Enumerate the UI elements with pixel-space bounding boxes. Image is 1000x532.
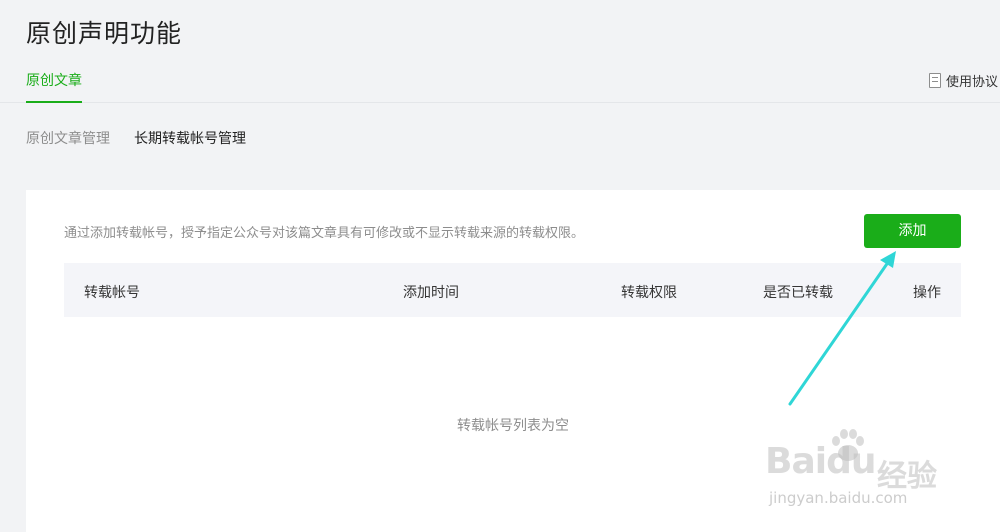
agreement-label: 使用协议 bbox=[945, 75, 998, 90]
repost-accounts-panel: 通过添加转载帐号，授予指定公众号对该篇文章具有可修改或不显示转载来源的转载权限。… bbox=[26, 190, 1000, 532]
sub-tab-bar: 原创文章管理 长期转载帐号管理 bbox=[26, 128, 246, 148]
header-actions: 操作 bbox=[913, 285, 941, 301]
sub-tab-manage-repost-accounts[interactable]: 长期转载帐号管理 bbox=[134, 128, 246, 148]
header-repost-permission: 转载权限 bbox=[621, 285, 677, 301]
page-title: 原创声明功能 bbox=[26, 19, 183, 48]
agreement-link[interactable]: 使用协议 bbox=[928, 71, 998, 90]
header-repost-account: 转载帐号 bbox=[84, 285, 140, 301]
add-button[interactable]: 添加 bbox=[864, 214, 961, 248]
tab-original-articles[interactable]: 原创文章 bbox=[26, 70, 82, 103]
empty-state-text: 转载帐号列表为空 bbox=[457, 418, 569, 434]
document-icon bbox=[928, 73, 941, 88]
panel-description: 通过添加转载帐号，授予指定公众号对该篇文章具有可修改或不显示转载来源的转载权限。 bbox=[64, 226, 585, 241]
header-add-time: 添加时间 bbox=[403, 285, 459, 301]
sub-tab-manage-original[interactable]: 原创文章管理 bbox=[26, 128, 110, 148]
header-reposted: 是否已转载 bbox=[763, 285, 833, 301]
table-header: 转载帐号 添加时间 转载权限 是否已转载 操作 bbox=[64, 263, 961, 317]
top-tab-bar: 原创文章 使用协议 bbox=[0, 62, 1000, 103]
